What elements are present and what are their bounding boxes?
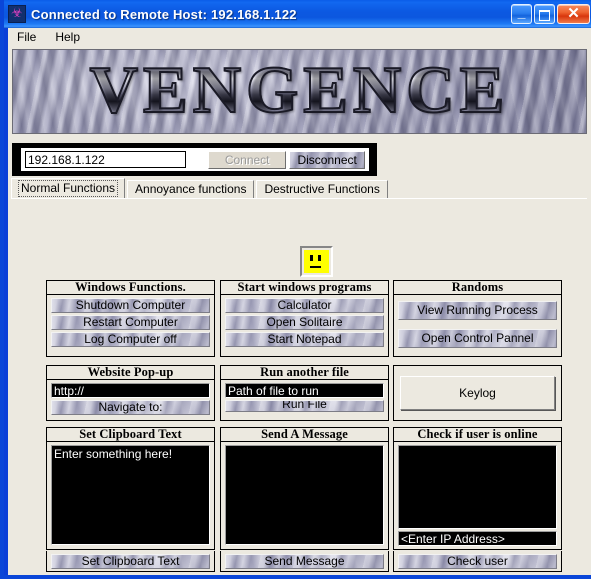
tab-destructive-functions-label: Destructive Functions (264, 182, 380, 196)
menu-file[interactable]: File (15, 29, 44, 46)
section-set-clipboard-text-action: Set Clipboard Text (46, 551, 215, 572)
section-send-a-message-body (220, 442, 389, 550)
section-website-popup-title: Website Pop-up (46, 365, 215, 380)
section-send-a-message-action: Send Message (220, 551, 389, 572)
check-user-button[interactable]: Check user (398, 554, 557, 569)
face-eye-right (318, 255, 321, 261)
connection-bar: Connect Disconnect (12, 143, 377, 176)
section-run-another-file-title: Run another file (220, 365, 389, 380)
functions-grid: Windows Functions. Shutdown Computer Res… (46, 280, 562, 572)
section-keylog-body: Keylog (393, 365, 562, 421)
section-set-clipboard-text: Set Clipboard Text (46, 427, 215, 550)
tab-destructive-functions[interactable]: Destructive Functions (256, 180, 388, 199)
host-ip-input[interactable] (25, 151, 186, 168)
shutdown-computer-button[interactable]: Shutdown Computer (51, 298, 210, 313)
run-file-path-input[interactable] (225, 383, 384, 398)
client-area: File Help VENGENCE Connect Disconnect No… (8, 28, 591, 575)
check-user-ip-input[interactable] (398, 531, 557, 546)
close-button[interactable]: ✕ (557, 4, 590, 24)
keylog-button[interactable]: Keylog (400, 376, 555, 410)
section-send-a-message-title: Send A Message (220, 427, 389, 442)
connect-button[interactable]: Connect (208, 150, 287, 169)
tab-annoyance-functions[interactable]: Annoyance functions (127, 180, 255, 199)
log-computer-off-button[interactable]: Log Computer off (51, 332, 210, 347)
restart-computer-button[interactable]: Restart Computer (51, 315, 210, 330)
view-running-process-button[interactable]: View Running Process (398, 301, 557, 320)
menu-bar: File Help (8, 28, 591, 48)
spider-icon: ☣ (8, 5, 26, 23)
tab-annoyance-functions-label: Annoyance functions (135, 182, 247, 196)
tab-normal-functions[interactable]: Normal Functions (11, 178, 126, 199)
website-url-input[interactable] (51, 383, 210, 398)
section-randoms: Randoms View Running Process Open Contro… (393, 280, 562, 357)
minimize-button[interactable]: _ (511, 4, 532, 24)
disconnect-button[interactable]: Disconnect (289, 150, 365, 169)
run-file-button[interactable]: Run File (225, 400, 384, 412)
section-start-windows-programs-title: Start windows programs (220, 280, 389, 295)
window-title: Connected to Remote Host: 192.168.1.122 (31, 6, 297, 22)
face-eye-left (310, 255, 313, 261)
minimize-icon: _ (517, 4, 526, 20)
section-run-another-file-body: Run File (220, 380, 389, 421)
message-textarea[interactable] (225, 445, 384, 545)
window-controls: _ ✕ (511, 4, 591, 24)
section-check-user-online-action: Check user (393, 551, 562, 572)
status-face-frame (300, 246, 333, 277)
face-mouth (310, 266, 321, 268)
maximize-button[interactable] (534, 4, 555, 24)
calculator-button[interactable]: Calculator (225, 298, 384, 313)
send-message-button[interactable]: Send Message (225, 554, 384, 569)
start-notepad-button[interactable]: Start Notepad (225, 332, 384, 347)
maximize-icon (539, 10, 550, 21)
section-send-a-message: Send A Message (220, 427, 389, 550)
set-clipboard-text-button[interactable]: Set Clipboard Text (51, 554, 210, 569)
section-set-clipboard-text-body (46, 442, 215, 550)
section-check-user-online-title: Check if user is online (393, 427, 562, 442)
tab-strip: Normal Functions Annoyance functions Des… (11, 178, 587, 199)
section-start-windows-programs: Start windows programs Calculator Open S… (220, 280, 389, 357)
section-windows-functions-title: Windows Functions. (46, 280, 215, 295)
open-control-pannel-button[interactable]: Open Control Pannel (398, 329, 557, 348)
section-start-windows-programs-body: Calculator Open Solitaire Start Notepad (220, 295, 389, 357)
clipboard-textarea[interactable] (51, 445, 210, 545)
close-icon: ✕ (567, 5, 580, 22)
neutral-face-icon (304, 250, 329, 273)
section-randoms-title: Randoms (393, 280, 562, 295)
menu-help[interactable]: Help (53, 29, 88, 46)
section-windows-functions: Windows Functions. Shutdown Computer Res… (46, 280, 215, 357)
section-randoms-body: View Running Process Open Control Pannel (393, 295, 562, 357)
section-check-user-online-body (393, 442, 562, 550)
tab-page-normal-functions: Windows Functions. Shutdown Computer Res… (11, 198, 587, 575)
section-run-another-file: Run another file Run File (220, 365, 389, 421)
application-window: ☣ Connected to Remote Host: 192.168.1.12… (0, 0, 591, 579)
section-set-clipboard-text-title: Set Clipboard Text (46, 427, 215, 442)
navigate-to-button[interactable]: Navigate to: (51, 400, 210, 415)
section-check-user-online: Check if user is online (393, 427, 562, 550)
section-website-popup-body: Navigate to: (46, 380, 215, 421)
title-bar: ☣ Connected to Remote Host: 192.168.1.12… (4, 0, 591, 28)
app-banner: VENGENCE (12, 49, 587, 134)
banner-logo-text: VENGENCE (13, 55, 586, 124)
connection-bar-inner: Connect Disconnect (21, 148, 369, 171)
section-windows-functions-body: Shutdown Computer Restart Computer Log C… (46, 295, 215, 357)
section-website-popup: Website Pop-up Navigate to: (46, 365, 215, 421)
tab-normal-functions-label: Normal Functions (18, 180, 119, 197)
open-solitaire-button[interactable]: Open Solitaire (225, 315, 384, 330)
section-keylog: Keylog (393, 365, 562, 421)
online-status-output[interactable] (398, 445, 557, 529)
spider-glyph: ☣ (11, 6, 23, 21)
